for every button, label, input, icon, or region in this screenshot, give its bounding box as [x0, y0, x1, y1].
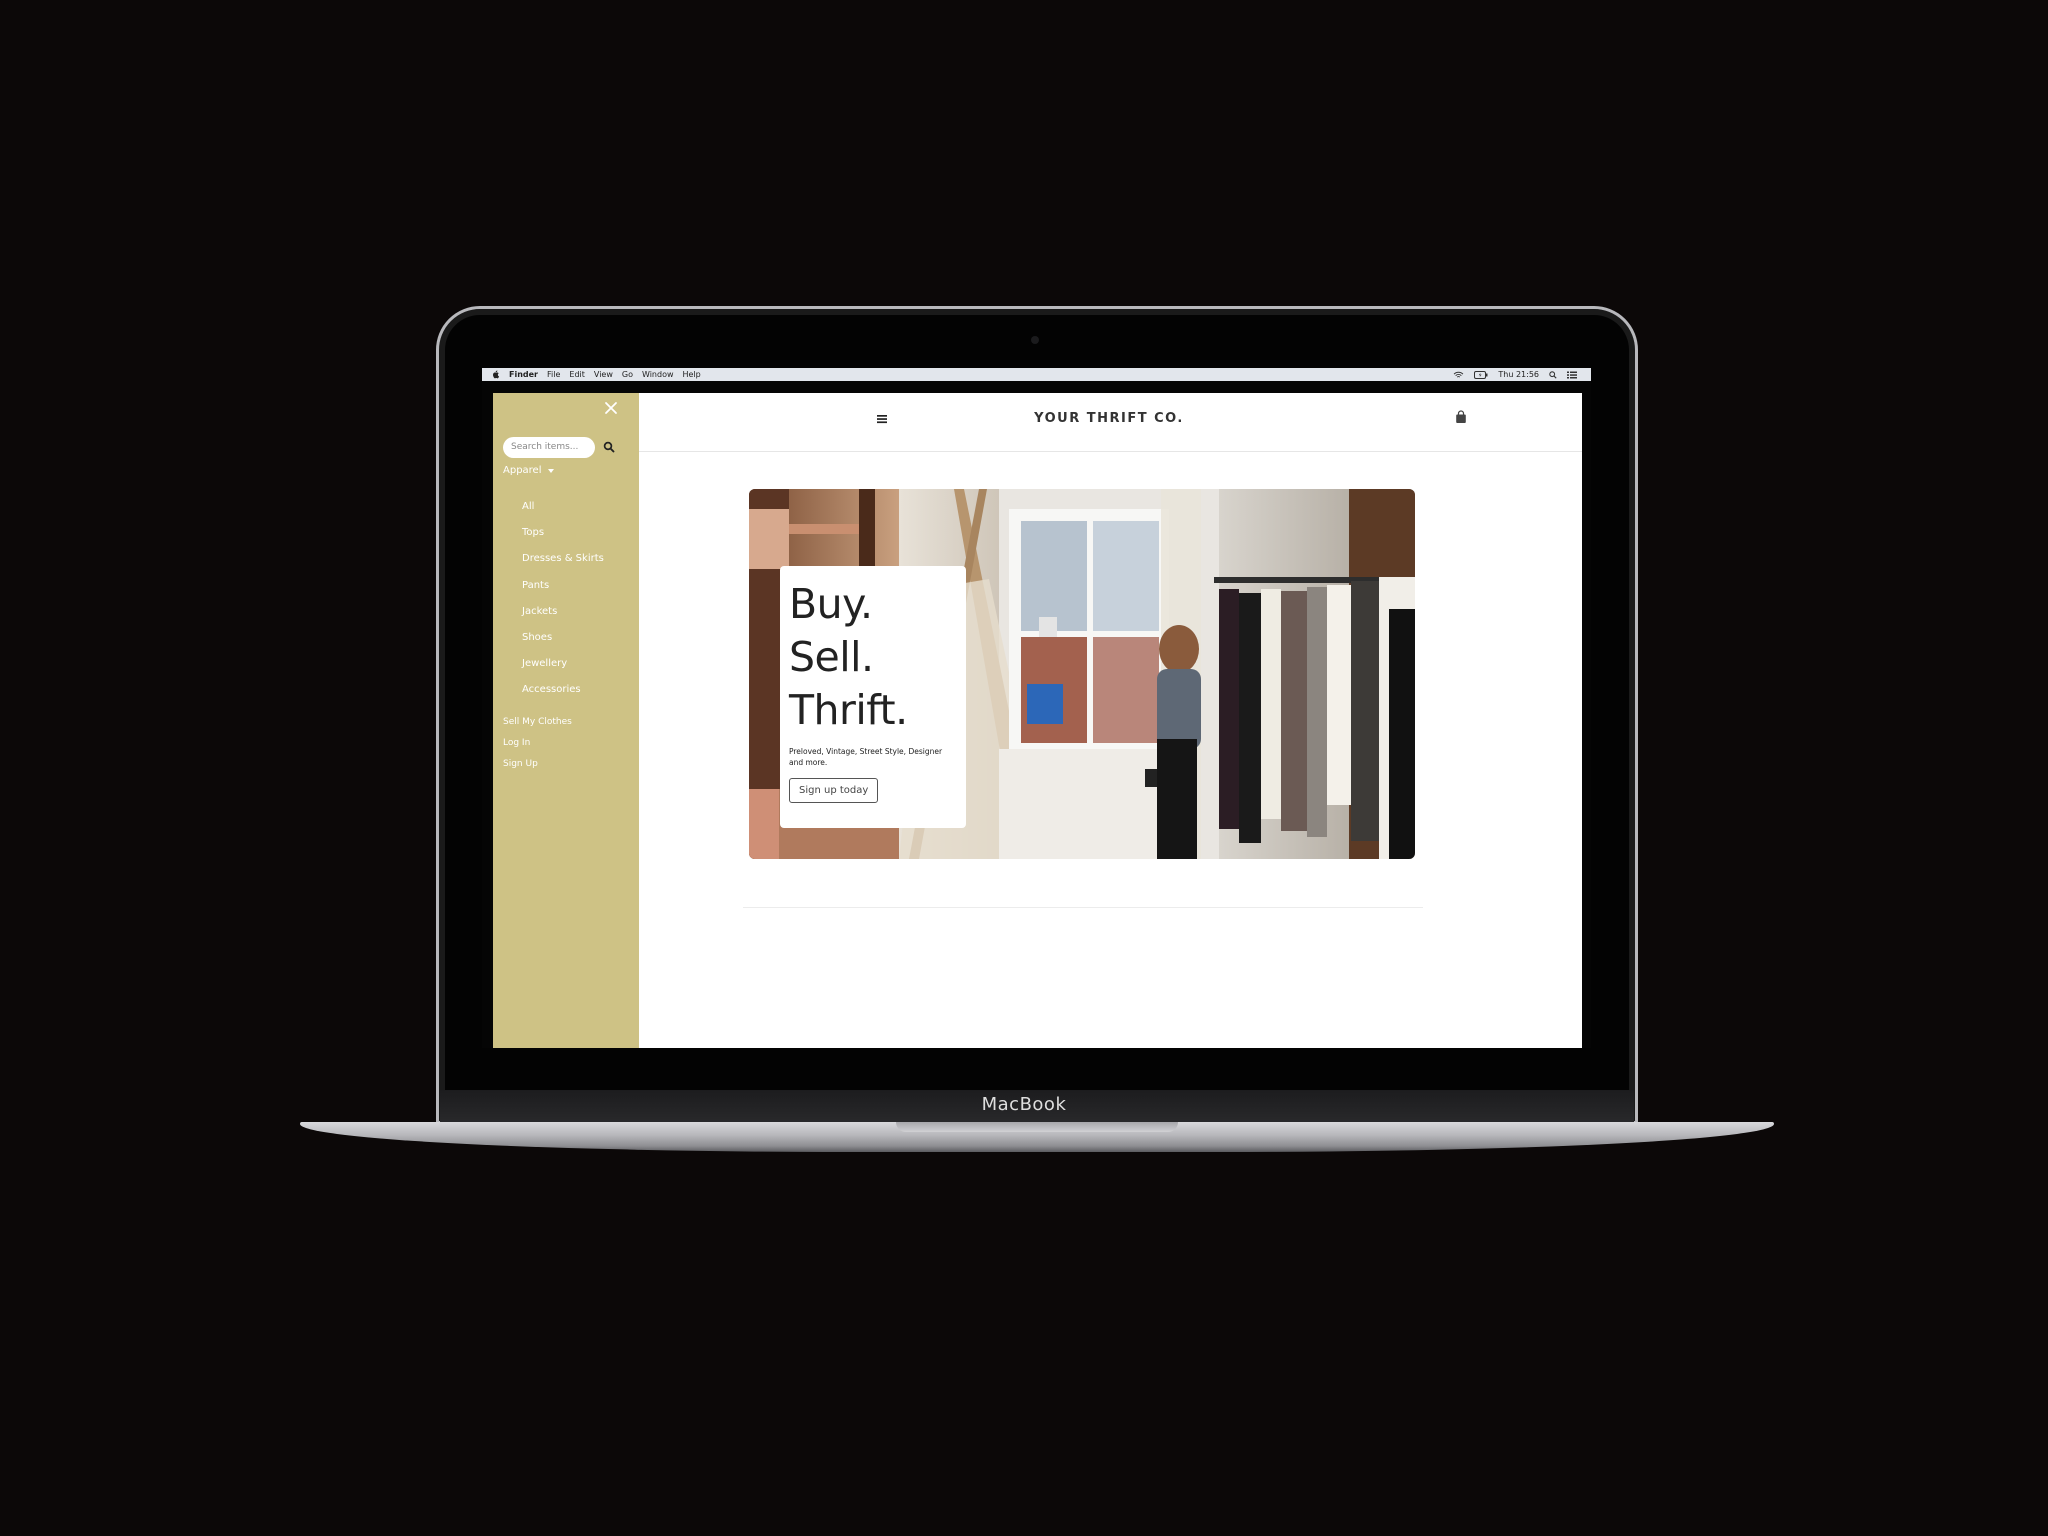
category-link-all[interactable]: All — [522, 501, 604, 527]
menubar-file[interactable]: File — [547, 370, 560, 379]
menubar-window[interactable]: Window — [642, 370, 674, 379]
battery-icon[interactable] — [1474, 370, 1488, 379]
headline-line-thrift: Thrift. — [789, 686, 908, 734]
menubar-view[interactable]: View — [594, 370, 613, 379]
macos-menubar: Finder File Edit View Go Window Help Thu… — [482, 368, 1591, 381]
category-link-jewellery[interactable]: Jewellery — [522, 658, 604, 684]
sidebar: Search items... Apparel All Tops Dresses… — [493, 393, 639, 1048]
category-link-jackets[interactable]: Jackets — [522, 606, 604, 632]
sell-my-clothes-link[interactable]: Sell My Clothes — [503, 717, 572, 738]
category-link-shoes[interactable]: Shoes — [522, 632, 604, 658]
menubar-app-name[interactable]: Finder — [509, 370, 538, 379]
headline-line-sell: Sell. — [789, 633, 874, 681]
apparel-label: Apparel — [503, 465, 542, 476]
category-link-tops[interactable]: Tops — [522, 527, 604, 553]
search-input[interactable]: Search items... — [503, 437, 595, 458]
section-divider — [743, 907, 1423, 908]
headline-line-buy: Buy. — [789, 580, 873, 628]
search-icon[interactable] — [603, 441, 615, 453]
web-page: Search items... Apparel All Tops Dresses… — [493, 393, 1582, 1048]
hero-card: Buy. Sell. Thrift. Preloved, Vintage, St… — [780, 566, 966, 828]
category-link-dresses-skirts[interactable]: Dresses & Skirts — [522, 553, 604, 579]
hero-subtext: Preloved, Vintage, Street Style, Designe… — [789, 747, 943, 767]
hero-banner: Buy. Sell. Thrift. Preloved, Vintage, St… — [749, 489, 1415, 859]
wifi-icon[interactable] — [1453, 371, 1464, 379]
top-navbar: YOUR THRIFT CO. — [639, 393, 1582, 452]
menubar-help[interactable]: Help — [683, 370, 701, 379]
spotlight-icon[interactable] — [1549, 370, 1557, 379]
apple-icon[interactable] — [492, 370, 500, 379]
device-brand-label: MacBook — [981, 1094, 1067, 1115]
menubar-edit[interactable]: Edit — [569, 370, 585, 379]
category-link-accessories[interactable]: Accessories — [522, 684, 604, 710]
laptop-screen: Finder File Edit View Go Window Help Thu… — [482, 368, 1591, 1048]
category-link-pants[interactable]: Pants — [522, 580, 604, 606]
menubar-go[interactable]: Go — [622, 370, 633, 379]
apparel-dropdown-toggle[interactable]: Apparel — [503, 465, 554, 476]
control-center-icon[interactable] — [1567, 371, 1577, 379]
category-list: All Tops Dresses & Skirts Pants Jackets … — [522, 501, 604, 711]
account-links: Sell My Clothes Log In Sign Up — [503, 717, 572, 780]
shopping-bag-icon[interactable] — [1455, 410, 1467, 424]
scene-background: MacBook Finder File Edit View Go Window … — [0, 0, 2048, 1536]
sign-up-button[interactable]: Sign up today — [789, 778, 879, 803]
site-title[interactable]: YOUR THRIFT CO. — [929, 411, 1289, 426]
caret-down-icon — [547, 468, 554, 473]
sign-up-link[interactable]: Sign Up — [503, 759, 572, 780]
hamburger-menu-icon[interactable] — [876, 413, 888, 425]
log-in-link[interactable]: Log In — [503, 738, 572, 759]
hero-headline: Buy. Sell. Thrift. — [789, 578, 957, 737]
webcam — [1031, 336, 1039, 344]
menubar-clock[interactable]: Thu 21:56 — [1498, 370, 1539, 379]
close-icon[interactable] — [603, 400, 619, 416]
laptop-notch — [896, 1122, 1178, 1132]
